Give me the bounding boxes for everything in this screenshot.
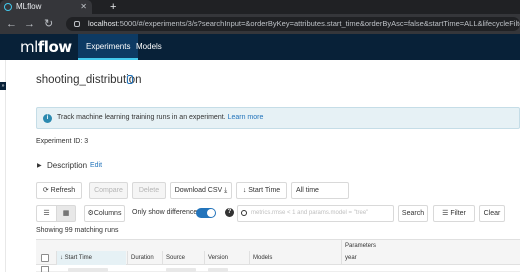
- time-filter-label: All time: [296, 187, 319, 194]
- row-source-cell: [166, 268, 196, 272]
- search-input[interactable]: metrics.rmse < 1 and params.model = "tre…: [237, 205, 394, 222]
- column-header-year[interactable]: year: [341, 251, 381, 265]
- copy-icon[interactable]: [127, 75, 133, 84]
- download-icon: ⤓: [224, 187, 228, 194]
- table-group-header-row: Parameters: [36, 239, 520, 252]
- grid-view-icon: ▦: [62, 210, 70, 217]
- column-label-start-time: Start Time: [64, 255, 93, 261]
- url-path: :5000/#/experiments/3/s?searchInput=&ord…: [117, 19, 520, 28]
- info-icon: i: [43, 114, 52, 123]
- browser-tab-strip: MLflow ✕ +: [0, 0, 520, 14]
- reload-icon[interactable]: ↻: [44, 17, 53, 31]
- description-edit-link[interactable]: Edit: [90, 162, 102, 169]
- sort-arrow-icon: ↓: [242, 187, 247, 194]
- columns-button[interactable]: ⚙Columns: [84, 205, 125, 222]
- info-banner: i Track machine learning training runs i…: [36, 107, 520, 129]
- runs-table: Parameters ↓ Start Time Duration Source …: [36, 239, 520, 272]
- refresh-label: Refresh: [50, 187, 76, 194]
- experiment-sidebar-collapsed: [0, 60, 6, 272]
- info-banner-text: Track machine learning training runs in …: [57, 108, 263, 128]
- only-show-differences-label: Only show differences: [132, 209, 201, 216]
- download-csv-button[interactable]: Download CSV ⤓: [170, 182, 232, 199]
- mlflow-header: mlflow Experiments Models: [0, 34, 520, 60]
- refresh-button[interactable]: ⟳ Refresh: [36, 182, 82, 199]
- select-all-checkbox[interactable]: [41, 254, 49, 262]
- nav-tab-models[interactable]: Models: [136, 34, 162, 60]
- experiment-id-value: 3: [84, 138, 89, 145]
- tab-close-icon[interactable]: ✕: [80, 0, 87, 14]
- search-icon: [241, 210, 247, 216]
- expand-sidebar-icon[interactable]: »: [0, 82, 6, 90]
- forward-icon[interactable]: →: [24, 17, 35, 31]
- url-host: localhost: [88, 19, 118, 28]
- list-view-icon: ☰: [43, 210, 50, 217]
- table-row[interactable]: [36, 265, 520, 272]
- refresh-icon: ⟳: [42, 187, 49, 194]
- browser-toolbar: ← → ↻ localhost:5000/#/experiments/3/s?s…: [0, 14, 520, 34]
- row-version-cell: [208, 268, 228, 272]
- column-header-duration[interactable]: Duration: [127, 251, 162, 265]
- filter-icon: ☰: [442, 210, 449, 217]
- sort-select[interactable]: ↓ Start Time: [236, 182, 287, 199]
- column-header-source[interactable]: Source: [162, 251, 204, 265]
- column-header-version[interactable]: Version: [204, 251, 249, 265]
- learn-more-link[interactable]: Learn more: [228, 114, 264, 121]
- sort-label: Start Time: [248, 187, 281, 194]
- mlflow-favicon-icon: [4, 3, 12, 11]
- table-header-row: ↓ Start Time Duration Source Version Mod…: [36, 251, 520, 265]
- filter-button[interactable]: ☰ Filter: [433, 205, 475, 222]
- search-button[interactable]: Search: [398, 205, 428, 222]
- experiment-title: shooting_distribution: [36, 74, 142, 86]
- grid-view-button[interactable]: ▦: [56, 205, 76, 222]
- row-start-time-cell[interactable]: [68, 268, 108, 272]
- site-info-icon[interactable]: [74, 21, 80, 27]
- list-view-button[interactable]: ☰: [36, 205, 56, 222]
- logo-ml: ml: [20, 38, 38, 56]
- browser-tab-title: MLflow: [16, 2, 42, 11]
- nav-tab-experiments[interactable]: Experiments: [78, 34, 139, 60]
- address-bar[interactable]: localhost:5000/#/experiments/3/s?searchI…: [66, 17, 520, 31]
- back-icon[interactable]: ←: [6, 17, 17, 31]
- filter-label: Filter: [450, 210, 466, 217]
- delete-button[interactable]: Delete: [132, 182, 166, 199]
- columns-label: Columns: [93, 210, 122, 217]
- description-toggle[interactable]: Description: [47, 161, 87, 170]
- new-tab-button[interactable]: +: [110, 0, 116, 14]
- download-csv-label: Download CSV: [174, 187, 223, 194]
- clear-button[interactable]: Clear: [479, 205, 505, 222]
- browser-tab[interactable]: MLflow ✕: [0, 0, 92, 14]
- row-checkbox[interactable]: [41, 266, 49, 272]
- search-help-icon[interactable]: ?: [225, 208, 234, 217]
- experiment-id-label: Experiment ID:: [36, 138, 83, 145]
- matching-runs-count: Showing 99 matching runs: [36, 227, 119, 234]
- time-filter-select[interactable]: All time: [291, 182, 349, 199]
- compare-button[interactable]: Compare: [89, 182, 128, 199]
- search-placeholder: metrics.rmse < 1 and params.model = "tre…: [251, 210, 369, 216]
- only-show-differences-toggle[interactable]: [196, 208, 216, 218]
- column-header-start-time[interactable]: ↓ Start Time: [56, 251, 126, 265]
- mlflow-logo[interactable]: mlflow: [20, 39, 72, 55]
- logo-flow: flow: [37, 38, 72, 56]
- info-text: Track machine learning training runs in …: [57, 114, 226, 121]
- column-header-models[interactable]: Models: [249, 251, 341, 265]
- experiment-id: Experiment ID: 3: [36, 138, 88, 145]
- caret-right-icon[interactable]: ▶: [37, 162, 42, 169]
